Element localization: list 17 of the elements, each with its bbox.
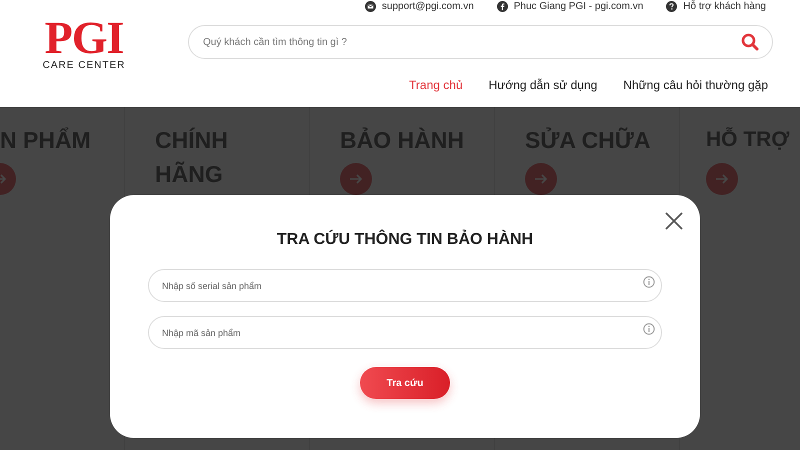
topbar-link[interactable]: Hỗ trợ khách hàng — [683, 1, 766, 12]
topbar-link[interactable]: support@pgi.com.vn — [382, 1, 474, 12]
dialog-title: TRA CỨU THÔNG TIN BẢO HÀNH — [276, 231, 534, 249]
nav-link[interactable]: Những câu hỏi thường gặp — [623, 78, 768, 92]
nav-link[interactable]: Hướng dẫn sử dụng — [488, 78, 598, 92]
lookup-button[interactable]: Tra cứu — [360, 367, 450, 399]
info-icon[interactable] — [643, 276, 655, 288]
logo-mark: PGI — [44, 18, 124, 58]
input-field[interactable]: Nhập số serial sản phẩm — [148, 269, 662, 302]
input-field[interactable]: Nhập mã sản phẩm — [148, 316, 662, 349]
topbar-link[interactable]: Phuc Giang PGI - pgi.com.vn — [514, 1, 644, 12]
search-icon[interactable] — [741, 33, 759, 51]
nav-link[interactable]: Trang chủ — [409, 78, 463, 92]
search-field[interactable]: Quý khách cần tìm thông tin gì ? — [188, 25, 773, 59]
close-icon[interactable] — [665, 212, 683, 230]
info-icon[interactable] — [643, 323, 655, 335]
logo-subtitle: CARE CENTER — [42, 60, 126, 71]
